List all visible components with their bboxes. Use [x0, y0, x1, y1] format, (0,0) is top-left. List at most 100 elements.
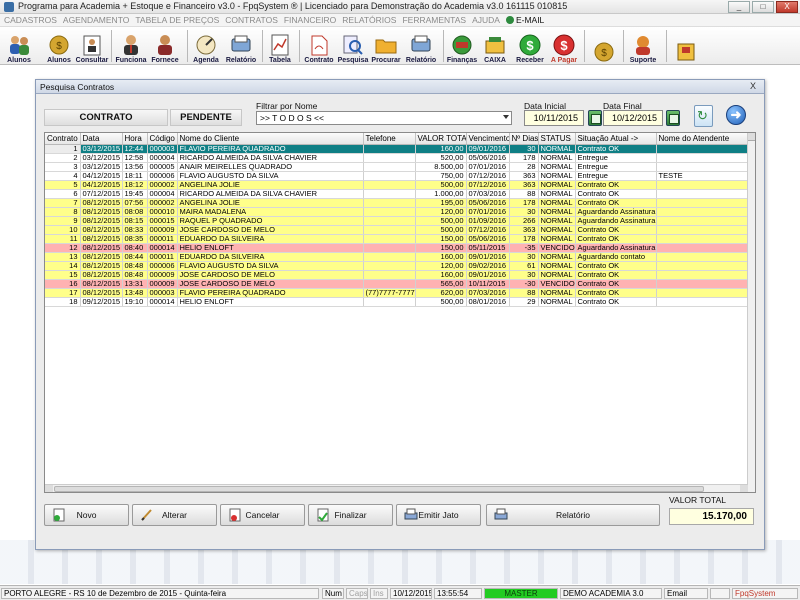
menu-tabela-precos[interactable]: TABELA DE PREÇOS: [135, 15, 219, 25]
toolbar-alunos-button[interactable]: Alunos: [4, 28, 34, 64]
menu-contratos[interactable]: CONTRATOS: [225, 15, 278, 25]
table-row[interactable]: 10 08/12/2015 08:33 000009 JOSE CARDOSO DE M…: [45, 225, 752, 235]
table-row[interactable]: 5 04/12/2015 18:12 000002 ANGELINA JOLIE 500,…: [45, 180, 752, 190]
menu-email[interactable]: E-MAIL: [505, 15, 545, 25]
finalizar-button[interactable]: Finalizar: [308, 504, 393, 526]
column-header[interactable]: Data: [80, 133, 123, 145]
pesquisa-contratos-window: Pesquisa Contratos X CONTRATO PENDENTE F…: [35, 79, 765, 550]
column-header[interactable]: STATUS: [538, 133, 576, 145]
scroll-right-arrow[interactable]: [740, 485, 748, 492]
toolbar-caixa-button[interactable]: CAIXA: [480, 28, 510, 64]
close-button[interactable]: X: [776, 1, 798, 13]
relatorio-button[interactable]: Relatório: [486, 504, 660, 526]
status-email[interactable]: Email: [664, 588, 708, 599]
toolbar-fornece-button[interactable]: Fornece: [150, 28, 180, 64]
date-end-input[interactable]: 10/12/2015: [603, 110, 663, 126]
column-header[interactable]: Hora: [122, 133, 148, 145]
table-cell: 14: [45, 261, 81, 271]
table-row[interactable]: 2 03/12/2015 12:58 000004 RICARDO ALMEIDA DA…: [45, 153, 752, 163]
emitir-jato-button[interactable]: Emitir Jato: [396, 504, 481, 526]
column-header[interactable]: Código: [147, 133, 178, 145]
menu-relatorios[interactable]: RELATÓRIOS: [342, 15, 396, 25]
column-header[interactable]: Nome do Cliente: [177, 133, 364, 145]
vertical-scrollbar[interactable]: [747, 133, 755, 492]
calendar-icon[interactable]: [666, 110, 680, 126]
column-header[interactable]: Vencimento: [466, 133, 510, 145]
minimize-button[interactable]: _: [728, 1, 750, 13]
menu-ajuda[interactable]: AJUDA: [472, 15, 500, 25]
date-start-input[interactable]: 10/11/2015: [524, 110, 584, 126]
dialog-close-button[interactable]: X: [746, 81, 760, 92]
column-header[interactable]: Nome do Atendente: [656, 133, 752, 145]
column-header[interactable]: Contrato: [45, 133, 81, 145]
table-row[interactable]: 16 08/12/2015 13:31 000009 JOSE CARDOSO DE M…: [45, 279, 752, 289]
toolbar-financas-button[interactable]: Finanças: [446, 28, 478, 64]
table-row[interactable]: 8 08/12/2015 08:08 000010 MAIRA MADALENA 120,…: [45, 207, 752, 217]
agenda-icon: [194, 34, 218, 56]
horizontal-scrollbar[interactable]: [45, 484, 748, 492]
toolbar-relatorio-2-button[interactable]: Relatório: [404, 28, 438, 64]
column-header[interactable]: Telefone: [363, 133, 416, 145]
refresh-icon[interactable]: [694, 105, 713, 127]
maximize-button[interactable]: □: [752, 1, 774, 13]
table-cell: 08/12/2015: [80, 270, 123, 280]
toolbar-agenda-button[interactable]: Agenda: [191, 28, 221, 64]
scroll-up-arrow[interactable]: [748, 133, 755, 141]
price-table-icon: [268, 34, 292, 56]
calendar-icon[interactable]: [588, 110, 602, 126]
table-row[interactable]: 3 03/12/2015 13:56 000005 ANAIR MEIRELLES QU…: [45, 162, 752, 172]
emitir-jato-label: Emitir Jato: [418, 510, 459, 520]
toolbar-procurar-button[interactable]: Procurar: [369, 28, 403, 64]
table-cell: 000005: [147, 162, 178, 172]
toolbar-consultar-button[interactable]: Consultar: [76, 28, 108, 64]
table-row[interactable]: 9 08/12/2015 08:15 000015 RAQUEL P QUADRADO 5…: [45, 216, 752, 226]
toolbar-receber-button[interactable]: $ Receber: [514, 28, 546, 64]
table-row[interactable]: 11 08/12/2015 08:35 000011 EDUARDO DA SILVEI…: [45, 234, 752, 244]
table-row[interactable]: 13 08/12/2015 08:44 000011 EDUARDO DA SILVEI…: [45, 252, 752, 262]
table-cell: 09/01/2016: [466, 270, 510, 280]
table-cell: 19:45: [122, 189, 148, 199]
menu-cadastros[interactable]: CADASTROS: [4, 15, 57, 25]
table-cell: NORMAL: [538, 189, 576, 199]
status-cell-empty: [710, 588, 730, 599]
table-row[interactable]: 18 09/12/2015 19:10 000014 HELIO ENLOFT 500,0…: [45, 297, 752, 307]
table-cell: 13:48: [122, 288, 148, 298]
toolbar-funciona-button[interactable]: Funciona: [115, 28, 147, 64]
toolbar-suporte-button[interactable]: Suporte: [626, 28, 660, 64]
menu-email-label: E-MAIL: [515, 15, 545, 25]
table-row[interactable]: 12 08/12/2015 08:40 000014 HELIO ENLOFT 150,0…: [45, 243, 752, 253]
toolbar-apagar-button[interactable]: $ A Pagar: [548, 28, 580, 64]
table-row[interactable]: 15 08/12/2015 08:48 000009 JOSE CARDOSO DE M…: [45, 270, 752, 280]
novo-button[interactable]: Novo: [44, 504, 129, 526]
table-cell: 04/12/2015: [80, 171, 123, 181]
scrollbar-thumb[interactable]: [54, 486, 704, 492]
table-row[interactable]: 4 04/12/2015 18:11 000006 FLAVIO AUGUSTO DA …: [45, 171, 752, 181]
toolbar-coin-button[interactable]: $: [590, 28, 618, 64]
table-row[interactable]: 6 07/12/2015 19:45 000004 RICARDO ALMEIDA DA…: [45, 189, 752, 199]
alterar-button[interactable]: Alterar: [132, 504, 217, 526]
column-header[interactable]: VALOR TOTAL: [415, 133, 467, 145]
table-cell: NORMAL: [538, 144, 576, 154]
column-header[interactable]: Situação Atual ->: [575, 133, 657, 145]
cancelar-button[interactable]: Cancelar: [220, 504, 305, 526]
table-cell: 195,00: [415, 198, 467, 208]
table-row[interactable]: 7 08/12/2015 07:56 000002 ANGELINA JOLIE 195,…: [45, 198, 752, 208]
menu-agendamento[interactable]: AGENDAMENTO: [63, 15, 129, 25]
column-header[interactable]: Nº Dias: [509, 133, 539, 145]
filter-name-select[interactable]: >> T O D O S <<: [256, 111, 512, 125]
toolbar-contrato-button[interactable]: Contrato: [303, 28, 335, 64]
toolbar-tabela-button[interactable]: Tabela: [265, 28, 295, 64]
table-row[interactable]: 14 08/12/2015 08:48 000006 FLAVIO AUGUSTO DA…: [45, 261, 752, 271]
table-row[interactable]: 17 08/12/2015 13:48 000003 FLAVIO PEREIRA QU…: [45, 288, 752, 298]
toolbar-relatorio-button[interactable]: Relatório: [224, 28, 258, 64]
table-cell: 16: [45, 279, 81, 289]
toolbar-pesquisa-button[interactable]: Pesquisa: [336, 28, 370, 64]
table-row[interactable]: 1 03/12/2015 12:44 000003 FLAVIO PEREIRA QUA…: [45, 144, 752, 154]
menu-financeiro[interactable]: FINANCEIRO: [284, 15, 336, 25]
toolbar-exit-button[interactable]: [672, 28, 700, 64]
arrow-right-icon[interactable]: ➜: [726, 105, 746, 125]
scroll-left-arrow[interactable]: [45, 485, 53, 492]
menu-ferramentas[interactable]: FERRAMENTAS: [402, 15, 466, 25]
table-cell: 000011: [147, 234, 178, 244]
toolbar-alunos-2-button[interactable]: $ Alunos: [44, 28, 74, 64]
